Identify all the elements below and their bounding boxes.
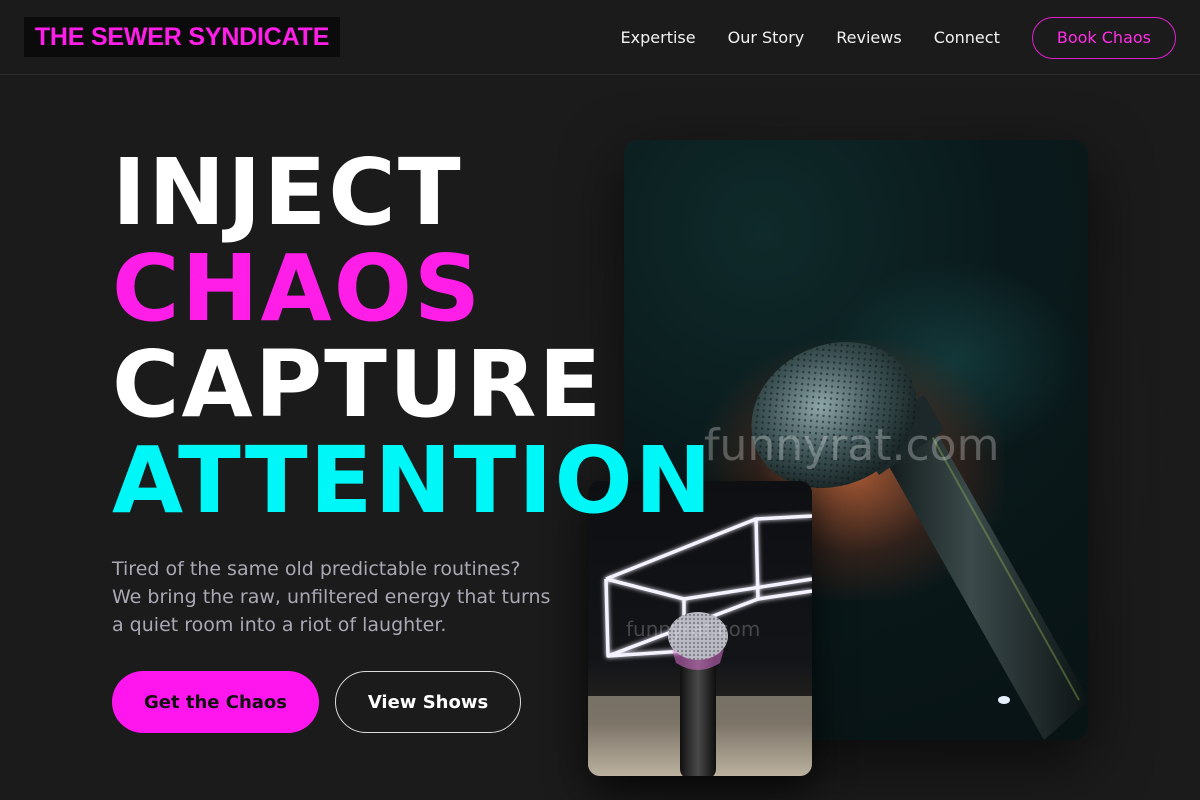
headline-line-inject: INJECT: [112, 139, 463, 246]
get-the-chaos-button[interactable]: Get the Chaos: [112, 671, 319, 733]
brand-logo[interactable]: THE SEWER SYNDICATE: [24, 17, 340, 57]
headline-line-attention: ATTENTION: [112, 427, 714, 534]
headline-line-capture: CAPTURE: [112, 331, 604, 438]
nav-link-reviews[interactable]: Reviews: [836, 28, 901, 47]
nav-link-expertise[interactable]: Expertise: [621, 28, 696, 47]
headline-line-chaos: CHAOS: [112, 235, 483, 342]
hero-headline: INJECT CHAOS CAPTURE ATTENTION: [112, 145, 714, 529]
nav-link-our-story[interactable]: Our Story: [728, 28, 805, 47]
page: THE SEWER SYNDICATE Expertise Our Story …: [0, 0, 1200, 800]
main-nav: Expertise Our Story Reviews Connect Book…: [589, 0, 1176, 75]
view-shows-button[interactable]: View Shows: [335, 671, 521, 733]
book-chaos-button[interactable]: Book Chaos: [1031, 16, 1176, 59]
nav-link-connect[interactable]: Connect: [934, 28, 1000, 47]
site-header: THE SEWER SYNDICATE Expertise Our Story …: [0, 0, 1200, 75]
hero-tagline: Tired of the same old predictable routin…: [112, 558, 551, 636]
